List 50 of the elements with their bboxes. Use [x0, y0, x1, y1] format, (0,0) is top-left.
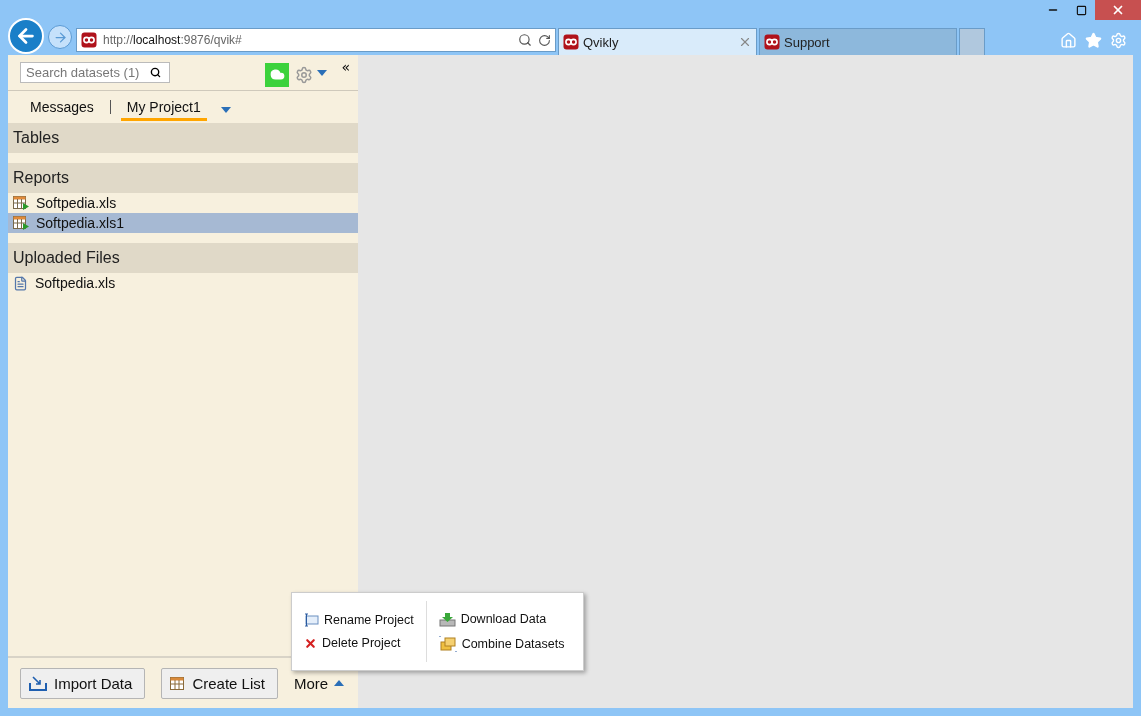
refresh-icon[interactable]: [538, 33, 551, 47]
url-text: http://localhost:9876/qvik#: [103, 33, 243, 47]
list-item[interactable]: Softpedia.xls1: [8, 213, 358, 233]
search-field[interactable]: Search datasets (1): [20, 62, 170, 83]
delete-x-icon: [304, 636, 317, 650]
list-item[interactable]: Softpedia.xls: [8, 193, 358, 213]
caret-icon: [334, 680, 345, 686]
maximize-icon: [1075, 4, 1087, 16]
menu-item[interactable]: Combine Datasets: [438, 635, 565, 652]
logo-icon: [81, 32, 97, 48]
browser-tab[interactable]: Qvikly: [558, 28, 757, 55]
search-icon[interactable]: [518, 33, 532, 47]
caret-icon: [317, 69, 328, 76]
table-play-icon: [13, 216, 29, 230]
rename-field-icon: [304, 613, 319, 627]
download-tray-icon: [438, 611, 456, 627]
section-header: Reports: [8, 163, 358, 193]
star-icon[interactable]: [1085, 32, 1102, 49]
cloud-button[interactable]: [265, 62, 290, 87]
close-icon: [1111, 3, 1125, 17]
import-tray-icon: [29, 675, 47, 691]
close-icon[interactable]: [738, 35, 752, 49]
collapse-button[interactable]: «: [341, 59, 350, 75]
new-tab-button[interactable]: [959, 28, 985, 55]
home-icon[interactable]: [1060, 32, 1077, 49]
section-header: Uploaded Files: [8, 243, 358, 273]
back-button[interactable]: [8, 18, 44, 54]
browser-tab[interactable]: Support: [759, 28, 957, 55]
list-item[interactable]: Softpedia.xls: [8, 273, 358, 293]
more-button[interactable]: More: [293, 674, 345, 692]
folders-icon: [438, 635, 457, 652]
section-header: Tables: [8, 123, 358, 153]
table-icon: [170, 676, 186, 690]
project-tab[interactable]: Messages: [24, 93, 100, 121]
logo-icon: [563, 34, 579, 50]
settings-icon[interactable]: [1110, 32, 1127, 49]
caret-icon: [220, 106, 231, 113]
menu-item[interactable]: Rename Project: [304, 613, 414, 627]
cloud-icon: [269, 67, 285, 82]
table-play-icon: [13, 196, 29, 210]
address-bar[interactable]: http://localhost:9876/qvik#: [76, 28, 556, 52]
action-button[interactable]: Import Data: [20, 667, 146, 699]
logo-icon: [764, 34, 780, 50]
menu-item[interactable]: Download Data: [438, 611, 565, 627]
menu-item[interactable]: Delete Project: [304, 636, 414, 650]
document-icon: [13, 275, 28, 291]
settings-icon[interactable]: [295, 65, 314, 84]
search-icon: [150, 67, 161, 78]
action-button[interactable]: Create List: [161, 667, 278, 699]
forward-button[interactable]: [48, 25, 72, 49]
